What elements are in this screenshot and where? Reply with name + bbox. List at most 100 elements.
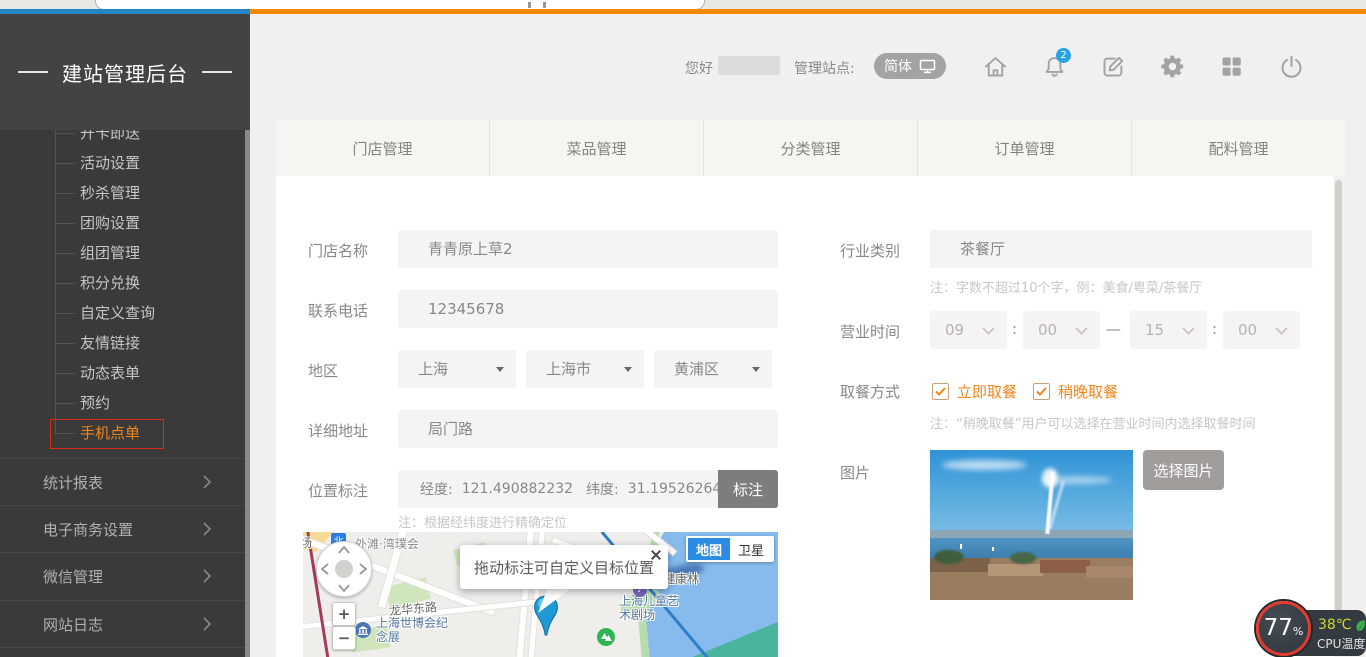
browser-chrome-strip (0, 0, 1366, 9)
sidebar-item-custom-query[interactable]: 自定义查询 (80, 298, 155, 328)
sidebar-section-label: 统计报表 (43, 472, 103, 493)
industry-note: 注：字数不超过10个字，例：美食/粤菜/茶餐厅 (930, 277, 1202, 296)
location-label: 位置标注 (308, 480, 368, 501)
sidebar-item-groupbuy-settings[interactable]: 团购设置 (80, 208, 140, 238)
sidebar-section-stats-report[interactable]: 统计报表 (0, 458, 250, 505)
content-scrollbar-thumb[interactable] (1335, 180, 1342, 650)
open-hour-select[interactable]: 09 (930, 311, 1007, 349)
sidebar-section-label: 网站日志 (43, 614, 103, 635)
tab-order-management[interactable]: 订单管理 (917, 120, 1131, 176)
district-select[interactable]: 黄浦区 (654, 350, 772, 388)
photo-boat (992, 547, 994, 551)
sidebar-title-text: 建站管理后台 (62, 58, 188, 87)
map-type-map-button[interactable]: 地图 (688, 538, 730, 560)
chevron-down-icon (1275, 327, 1288, 335)
sidebar-section-site-logs[interactable]: 网站日志 (0, 600, 250, 647)
map-label-theater: 上海儿童艺术剧场 (619, 594, 683, 622)
chevron-right-icon (202, 568, 212, 584)
close-icon[interactable] (651, 550, 661, 560)
sidebar-scrollbar[interactable] (245, 122, 250, 657)
tab-category-management[interactable]: 分类管理 (703, 120, 917, 176)
sidebar-item-dynamic-forms[interactable]: 动态表单 (80, 358, 140, 388)
mark-location-button[interactable]: 标注 (718, 470, 778, 508)
pickup-later-checkbox[interactable] (1033, 383, 1050, 400)
museum-icon (355, 622, 371, 638)
sidebar-tree-line (55, 122, 56, 434)
notification-badge: 2 (1056, 48, 1071, 63)
photo-trees (934, 550, 964, 564)
store-name-input[interactable]: 青青原上草2 (398, 230, 778, 268)
monitor-icon (919, 59, 936, 74)
map-type-switch: 地图 卫星 (686, 536, 774, 562)
address-bar-mark (543, 2, 546, 8)
leaf-icon (1355, 619, 1366, 632)
map-widget[interactable]: 场 外滩·湾璞会 龙华东路 健康林 上海儿童艺术剧场 上海世博会纪念展 ♪ 北 … (303, 532, 778, 657)
pickup-now-label[interactable]: 立即取餐 (957, 381, 1017, 402)
industry-input[interactable]: 茶餐厅 (930, 230, 1312, 268)
apps-button[interactable] (1214, 49, 1248, 83)
sidebar-item-points-exchange[interactable]: 积分兑换 (80, 268, 140, 298)
power-icon (1278, 53, 1305, 80)
tab-bar: 门店管理 菜品管理 分类管理 订单管理 配料管理 (276, 120, 1345, 176)
photo-cloud (942, 460, 1027, 470)
chevron-right-icon (202, 521, 212, 537)
chevron-down-icon (1182, 327, 1195, 335)
map-label-park: 健康林 (663, 570, 699, 587)
photo-trees (1010, 552, 1036, 564)
tab-ingredient-management[interactable]: 配料管理 (1131, 120, 1345, 176)
tab-store-management[interactable]: 门店管理 (276, 120, 489, 176)
pan-up-icon (338, 546, 350, 554)
region-label: 地区 (308, 360, 338, 381)
sidebar-item-activity-settings[interactable]: 活动设置 (80, 148, 140, 178)
city-select[interactable]: 上海市 (526, 350, 644, 388)
open-minute-select[interactable]: 00 (1023, 311, 1100, 349)
sidebar-item-friend-links[interactable]: 友情链接 (80, 328, 140, 358)
sidebar-item-team-management[interactable]: 组团管理 (80, 238, 140, 268)
sidebar-section-ecommerce-settings[interactable]: 电子商务设置 (0, 505, 250, 552)
close-minute-select[interactable]: 00 (1223, 311, 1300, 349)
map-type-satellite-button[interactable]: 卫星 (730, 538, 772, 560)
photo-boat (960, 544, 962, 549)
time-range-dash: — (1106, 320, 1121, 338)
logout-button[interactable] (1274, 49, 1308, 83)
latitude-label: 纬度: (586, 479, 619, 499)
phone-input[interactable]: 12345678 (398, 290, 778, 328)
choose-image-button[interactable]: 选择图片 (1143, 450, 1224, 490)
sidebar-section-wechat-management[interactable]: 微信管理 (0, 552, 250, 599)
address-input[interactable]: 局门路 (398, 410, 778, 448)
photo-roof (988, 564, 1043, 576)
home-icon (982, 53, 1009, 80)
grid-icon (1218, 53, 1245, 80)
tab-dish-management[interactable]: 菜品管理 (489, 120, 703, 176)
sidebar-title: 建站管理后台 (0, 14, 250, 130)
pickup-later-label[interactable]: 稍晚取餐 (1058, 381, 1118, 402)
pickup-note: 注：“稍晚取餐”用户可以选择在营业时间内选择取餐时间 (930, 413, 1255, 432)
pan-left-icon (321, 563, 329, 575)
edit-button[interactable] (1096, 49, 1130, 83)
sidebar-item-mobile-order[interactable]: 手机点单 (80, 418, 140, 448)
home-button[interactable] (978, 49, 1012, 83)
settings-button[interactable] (1155, 49, 1189, 83)
scenic-icon (597, 628, 615, 646)
close-hour-select[interactable]: 15 (1130, 311, 1207, 349)
title-dash-left (18, 71, 48, 73)
browser-address-bar[interactable] (95, 0, 705, 9)
cpu-temperature-widget[interactable]: 77 % 38℃ CPU温度 (1256, 600, 1366, 657)
language-pill-button[interactable]: 简体 (874, 53, 946, 79)
sidebar-item-booking[interactable]: 预约 (80, 388, 110, 418)
chevron-right-icon (202, 474, 212, 490)
pan-center-knob[interactable] (335, 560, 353, 578)
pickup-now-checkbox[interactable] (932, 383, 949, 400)
map-pan-control[interactable] (316, 541, 372, 597)
location-field[interactable]: 经度: 121.490882232 纬度: 31.1952626403 (398, 470, 718, 508)
map-zoom-in-button[interactable]: + (332, 602, 356, 626)
province-select[interactable]: 上海 (398, 350, 516, 388)
language-label: 简体 (884, 56, 912, 76)
photo-fountain-spray (1042, 468, 1058, 488)
edit-icon (1100, 53, 1127, 80)
map-label-expo: 上海世博会纪念展 (376, 616, 458, 644)
industry-label: 行业类别 (840, 240, 900, 261)
sidebar-item-seckill[interactable]: 秒杀管理 (80, 178, 140, 208)
pickup-label: 取餐方式 (840, 381, 900, 402)
map-zoom-out-button[interactable]: − (332, 626, 356, 650)
